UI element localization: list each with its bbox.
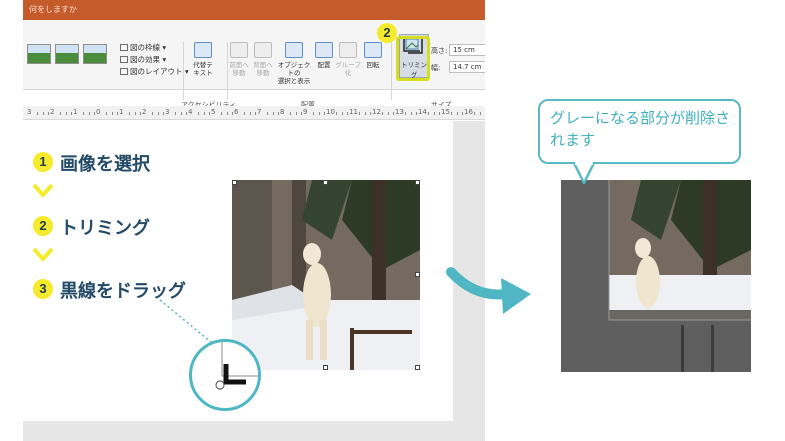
- crop-corner-handle-icon: [215, 342, 258, 390]
- callout-pointer: [572, 161, 596, 185]
- arrow-right-icon: [446, 267, 531, 314]
- callout-text: グレーになる部分が削除されます: [550, 109, 731, 149]
- cropped-photo-preview: [561, 180, 751, 372]
- gray-area-callout: グレーになる部分が削除されます: [538, 99, 741, 164]
- polar-bear-image: [561, 180, 751, 372]
- crop-handle-magnifier: [189, 339, 261, 411]
